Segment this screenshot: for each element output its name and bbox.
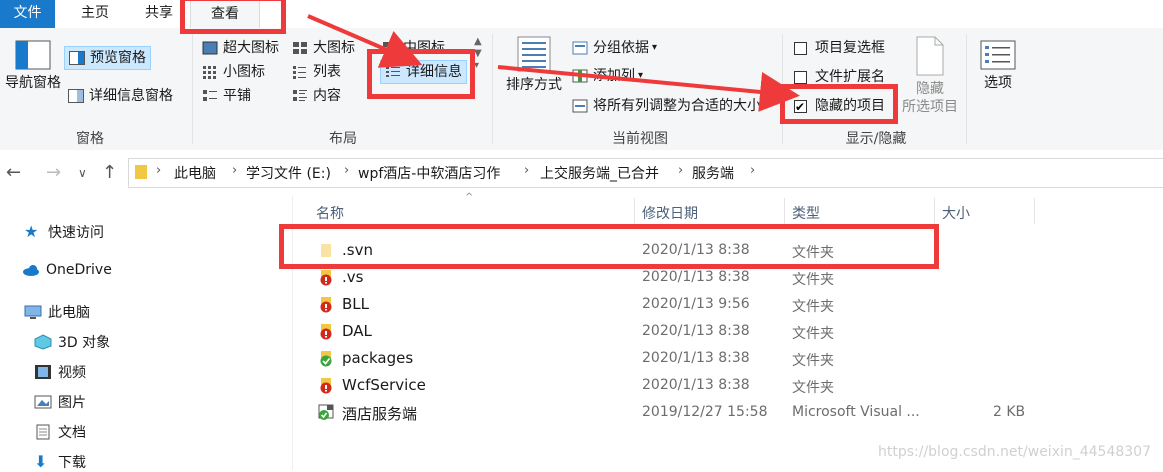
annotation-arrows	[307, 14, 800, 112]
watermark-text: https://blog.csdn.net/weixin_44548307	[877, 444, 1151, 460]
